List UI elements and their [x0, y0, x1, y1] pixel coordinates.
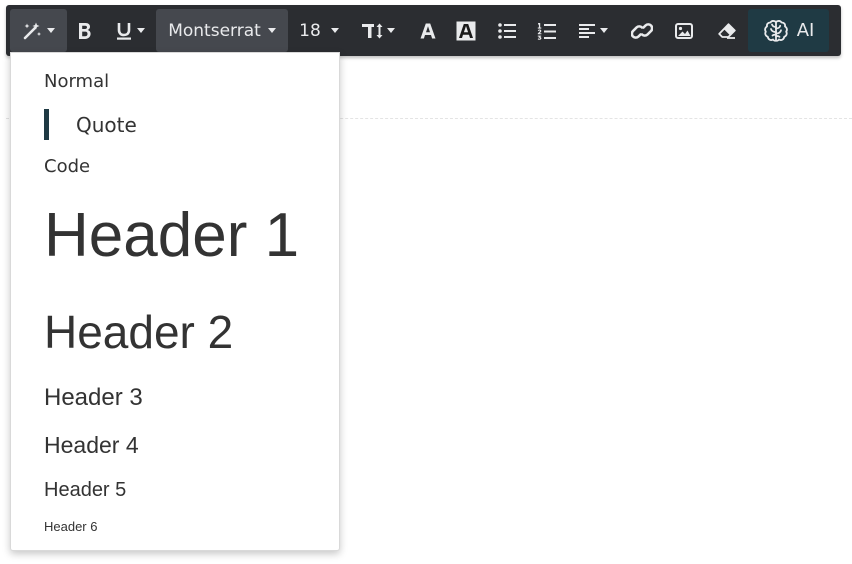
underline-button[interactable] — [110, 9, 150, 52]
style-option-quote-label: Quote — [76, 112, 137, 137]
style-option-header-6[interactable]: Header 6 — [44, 520, 97, 533]
font-color-button[interactable] — [414, 9, 442, 52]
highlight-icon — [456, 21, 476, 41]
magic-wand-icon — [22, 21, 42, 41]
insert-image-button[interactable] — [670, 9, 698, 52]
bulleted-list-button[interactable] — [493, 9, 521, 52]
style-option-header-4[interactable]: Header 4 — [44, 434, 139, 457]
brain-icon — [763, 19, 789, 43]
font-size-value: 18 — [299, 20, 321, 41]
highlight-color-button[interactable] — [452, 9, 480, 52]
ai-assistant-button[interactable]: AI — [748, 9, 829, 52]
style-option-header-2[interactable]: Header 2 — [44, 309, 233, 355]
chevron-down-icon — [599, 28, 608, 33]
ai-label: AI — [796, 20, 815, 41]
editor-toolbar: Montserrat 18 AI — [6, 5, 841, 56]
numbered-list-button[interactable] — [531, 9, 561, 52]
clear-format-button[interactable] — [712, 9, 742, 52]
line-height-icon — [361, 22, 385, 40]
style-option-header-5[interactable]: Header 5 — [44, 480, 126, 500]
align-left-icon — [578, 23, 597, 39]
paragraph-style-button[interactable] — [10, 9, 67, 52]
bold-icon — [77, 22, 93, 40]
list-ul-icon — [498, 22, 516, 39]
image-icon — [675, 22, 693, 39]
link-icon — [631, 22, 653, 40]
list-ol-icon — [537, 22, 556, 40]
style-option-code[interactable]: Code — [44, 158, 90, 176]
font-size-select[interactable]: 18 — [296, 9, 342, 52]
style-option-normal[interactable]: Normal — [44, 73, 109, 91]
underline-icon — [116, 22, 132, 40]
link-button[interactable] — [628, 9, 656, 52]
line-height-button[interactable] — [358, 9, 398, 52]
chevron-down-icon — [387, 28, 395, 33]
font-family-value: Montserrat — [168, 20, 261, 41]
style-option-header-1[interactable]: Header 1 — [44, 205, 299, 267]
align-button[interactable] — [574, 9, 612, 52]
paragraph-style-menu: Normal Quote Code Header 1 Header 2 Head… — [10, 52, 340, 551]
chevron-down-icon — [47, 28, 55, 33]
chevron-down-icon — [330, 28, 339, 33]
bold-button[interactable] — [70, 9, 100, 52]
style-option-header-3[interactable]: Header 3 — [44, 386, 143, 410]
font-family-select[interactable]: Montserrat — [156, 9, 288, 52]
eraser-icon — [718, 22, 736, 39]
chevron-down-icon — [136, 28, 145, 33]
chevron-down-icon — [267, 28, 276, 33]
quote-bar — [44, 109, 49, 140]
style-option-quote[interactable]: Quote — [44, 109, 137, 140]
font-color-icon — [419, 22, 437, 40]
